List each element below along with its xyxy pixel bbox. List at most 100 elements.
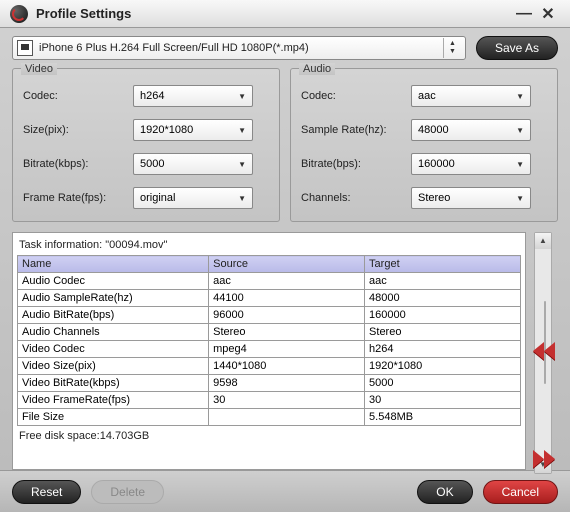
side-controls: ▲ ▼	[532, 232, 558, 470]
settings-panels: Video Codec: h264 ▼ Size(pix): 1920*1080…	[12, 68, 558, 222]
chevron-down-icon: ▼	[238, 92, 246, 101]
cell-source	[209, 409, 365, 426]
free-disk-space: Free disk space:14.703GB	[17, 426, 521, 442]
cell-target: 5.548MB	[365, 409, 521, 426]
cell-source: 96000	[209, 307, 365, 324]
audio-channels-select[interactable]: Stereo ▼	[411, 187, 531, 209]
table-row[interactable]: Video FrameRate(fps)3030	[18, 392, 521, 409]
chevron-down-icon: ▼	[516, 160, 524, 169]
chevron-down-icon: ▼	[516, 194, 524, 203]
cell-name: Video Size(pix)	[18, 358, 209, 375]
chevron-down-icon: ▼	[516, 92, 524, 101]
profile-select[interactable]: iPhone 6 Plus H.264 Full Screen/Full HD …	[12, 36, 466, 60]
table-row[interactable]: File Size 5.548MB	[18, 409, 521, 426]
cell-name: Audio Channels	[18, 324, 209, 341]
video-size-row: Size(pix): 1920*1080 ▼	[23, 113, 269, 147]
ok-button[interactable]: OK	[417, 480, 472, 504]
chevron-down-icon: ▼	[238, 194, 246, 203]
cell-target: 30	[365, 392, 521, 409]
cell-source: 44100	[209, 290, 365, 307]
audio-codec-label: Codec:	[301, 90, 411, 102]
audio-channels-row: Channels: Stereo ▼	[301, 181, 547, 215]
col-source[interactable]: Source	[209, 256, 365, 273]
content-area: iPhone 6 Plus H.264 Full Screen/Full HD …	[0, 28, 570, 470]
video-size-value: 1920*1080	[140, 124, 193, 136]
video-bitrate-select[interactable]: 5000 ▼	[133, 153, 253, 175]
task-box: Task information: "00094.mov" Name Sourc…	[12, 232, 526, 470]
video-bitrate-label: Bitrate(kbps):	[23, 158, 133, 170]
task-table: Name Source Target Audio CodecaacaacAudi…	[17, 255, 521, 426]
prev-task-button[interactable]	[532, 340, 556, 362]
table-row[interactable]: Audio BitRate(bps)96000160000	[18, 307, 521, 324]
col-name[interactable]: Name	[18, 256, 209, 273]
audio-bitrate-select[interactable]: 160000 ▼	[411, 153, 531, 175]
audio-bitrate-row: Bitrate(bps): 160000 ▼	[301, 147, 547, 181]
video-framerate-select[interactable]: original ▼	[133, 187, 253, 209]
cell-name: Video Codec	[18, 341, 209, 358]
close-button[interactable]: ✕	[536, 4, 560, 24]
cell-target: 5000	[365, 375, 521, 392]
video-framerate-row: Frame Rate(fps): original ▼	[23, 181, 269, 215]
video-legend: Video	[21, 63, 57, 75]
audio-samplerate-value: 48000	[418, 124, 449, 136]
cell-name: Audio BitRate(bps)	[18, 307, 209, 324]
scroll-up-icon[interactable]: ▲	[535, 233, 551, 249]
minimize-button[interactable]: —	[512, 5, 536, 23]
audio-codec-value: aac	[418, 90, 436, 102]
video-framerate-label: Frame Rate(fps):	[23, 192, 133, 204]
cell-source: 1440*1080	[209, 358, 365, 375]
task-header-row: Name Source Target	[18, 256, 521, 273]
cell-source: 30	[209, 392, 365, 409]
video-bitrate-row: Bitrate(kbps): 5000 ▼	[23, 147, 269, 181]
cell-source: Stereo	[209, 324, 365, 341]
table-row[interactable]: Video Size(pix)1440*10801920*1080	[18, 358, 521, 375]
cell-source: mpeg4	[209, 341, 365, 358]
app-icon	[10, 5, 28, 23]
footer: Reset Delete OK Cancel	[0, 470, 570, 512]
table-row[interactable]: Video Codecmpeg4h264	[18, 341, 521, 358]
video-codec-row: Codec: h264 ▼	[23, 79, 269, 113]
task-area: Task information: "00094.mov" Name Sourc…	[12, 232, 558, 470]
cell-target: 160000	[365, 307, 521, 324]
video-size-label: Size(pix):	[23, 124, 133, 136]
titlebar: Profile Settings — ✕	[0, 0, 570, 28]
next-task-button[interactable]	[532, 448, 556, 470]
format-icon	[17, 40, 33, 56]
video-size-select[interactable]: 1920*1080 ▼	[133, 119, 253, 141]
save-as-button[interactable]: Save As	[476, 36, 558, 60]
delete-button: Delete	[91, 480, 164, 504]
video-codec-select[interactable]: h264 ▼	[133, 85, 253, 107]
audio-bitrate-label: Bitrate(bps):	[301, 158, 411, 170]
profile-select-text: iPhone 6 Plus H.264 Full Screen/Full HD …	[39, 42, 443, 54]
video-codec-label: Codec:	[23, 90, 133, 102]
cell-name: Video BitRate(kbps)	[18, 375, 209, 392]
cell-source: 9598	[209, 375, 365, 392]
table-row[interactable]: Video BitRate(kbps)95985000	[18, 375, 521, 392]
video-codec-value: h264	[140, 90, 164, 102]
cell-target: h264	[365, 341, 521, 358]
chevron-down-icon: ▼	[238, 126, 246, 135]
cell-source: aac	[209, 273, 365, 290]
table-row[interactable]: Audio Codecaacaac	[18, 273, 521, 290]
chevron-down-icon: ▼	[516, 126, 524, 135]
cell-target: 1920*1080	[365, 358, 521, 375]
profile-row: iPhone 6 Plus H.264 Full Screen/Full HD …	[12, 36, 558, 60]
table-row[interactable]: Audio ChannelsStereoStereo	[18, 324, 521, 341]
task-title: Task information: "00094.mov"	[17, 237, 521, 255]
audio-samplerate-select[interactable]: 48000 ▼	[411, 119, 531, 141]
col-target[interactable]: Target	[365, 256, 521, 273]
audio-samplerate-row: Sample Rate(hz): 48000 ▼	[301, 113, 547, 147]
table-row[interactable]: Audio SampleRate(hz)4410048000	[18, 290, 521, 307]
reset-button[interactable]: Reset	[12, 480, 81, 504]
audio-channels-value: Stereo	[418, 192, 450, 204]
audio-codec-row: Codec: aac ▼	[301, 79, 547, 113]
audio-bitrate-value: 160000	[418, 158, 455, 170]
audio-channels-label: Channels:	[301, 192, 411, 204]
chevron-down-icon: ▼	[238, 160, 246, 169]
window-title: Profile Settings	[36, 6, 131, 21]
cell-name: Audio SampleRate(hz)	[18, 290, 209, 307]
cell-name: File Size	[18, 409, 209, 426]
spinner-icon[interactable]: ▲▼	[443, 38, 461, 58]
cancel-button[interactable]: Cancel	[483, 480, 558, 504]
audio-codec-select[interactable]: aac ▼	[411, 85, 531, 107]
